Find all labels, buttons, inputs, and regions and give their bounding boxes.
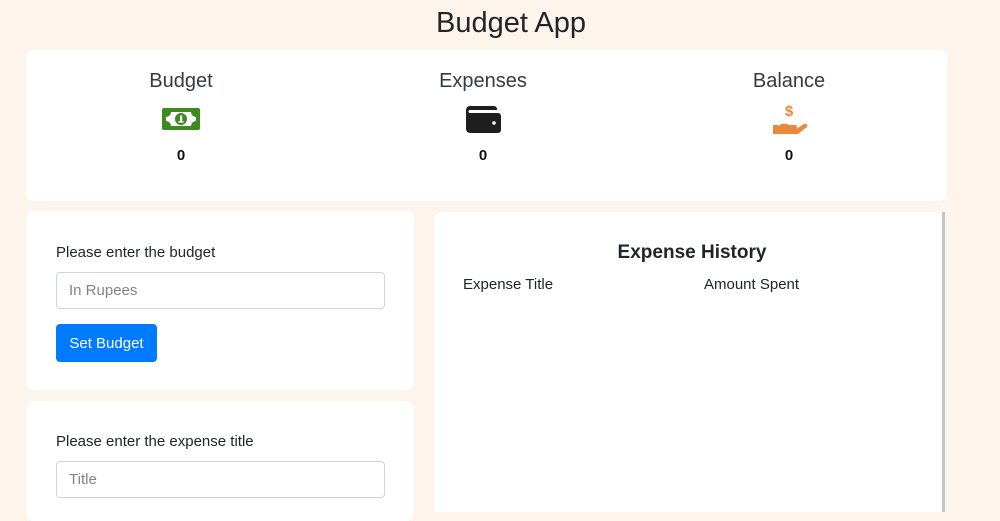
budget-value: 0 [176,147,186,164]
expense-title-label: Please enter the expense title [56,433,254,450]
expense-title-input[interactable] [56,461,385,498]
balance-label: Balance [752,70,826,92]
budget-input-label: Please enter the budget [56,244,216,261]
budget-input[interactable] [56,272,385,309]
budget-label: Budget [149,70,213,92]
column-header-amount-spent: Amount Spent [704,276,800,293]
expenses-label: Expenses [439,70,527,92]
wallet-icon [463,103,503,135]
expenses-value: 0 [478,147,488,164]
svg-text:$: $ [785,103,794,120]
expense-form-card: Please enter the expense title [26,401,414,521]
summary-card: Budget 0 Expenses 0 Balance $ 0 [26,50,947,201]
page-title: Budget App [436,7,586,39]
expense-history-card: Expense History Expense Title Amount Spe… [434,212,945,512]
column-header-expense-title: Expense Title [463,276,554,293]
balance-value: 0 [784,147,794,164]
hand-holding-dollar-icon: $ [769,103,809,135]
money-bill-icon [161,103,201,135]
budget-form-card: Please enter the budget Set Budget [26,211,414,390]
expense-history-title: Expense History [617,242,767,263]
set-budget-button[interactable]: Set Budget [56,324,157,362]
